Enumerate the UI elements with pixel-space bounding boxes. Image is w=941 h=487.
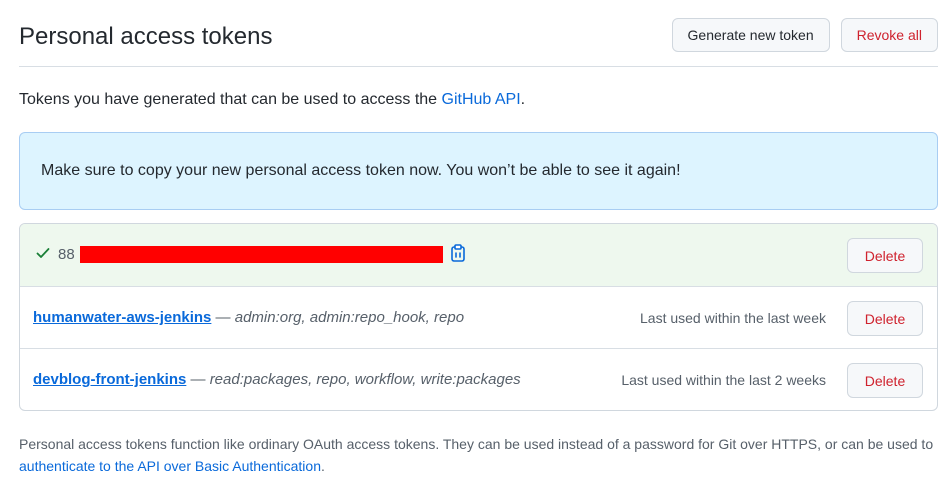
footer-note: Personal access tokens function like ord… — [19, 433, 938, 477]
token-info: humanwater-aws-jenkins — admin:org, admi… — [33, 308, 464, 328]
delete-new-token-button[interactable]: Delete — [847, 238, 923, 273]
token-name-link[interactable]: humanwater-aws-jenkins — [33, 309, 211, 326]
token-row: humanwater-aws-jenkins — admin:org, admi… — [20, 286, 937, 348]
token-scopes: admin:org, admin:repo_hook, repo — [234, 309, 465, 326]
delete-token-button[interactable]: Delete — [847, 301, 923, 336]
token-list: 88 Delete humanwater-aws-jenkins — admin… — [19, 223, 938, 411]
revoke-all-button[interactable]: Revoke all — [840, 18, 938, 52]
token-value: 88 — [58, 246, 75, 263]
header-actions: Generate new token Revoke all — [671, 18, 938, 52]
token-separator: — — [211, 309, 235, 326]
token-info: devblog-front-jenkins — read:packages, r… — [33, 370, 521, 390]
description-suffix: . — [520, 91, 526, 108]
tokens-description: Tokens you have generated that can be us… — [19, 90, 525, 110]
notice-text: Make sure to copy your new personal acce… — [41, 162, 681, 179]
page-title: Personal access tokens — [19, 23, 273, 50]
delete-token-button[interactable]: Delete — [847, 363, 923, 398]
copy-token-notice: Make sure to copy your new personal acce… — [19, 132, 938, 210]
page-header: Personal access tokens Generate new toke… — [19, 0, 938, 67]
token-row: devblog-front-jenkins — read:packages, r… — [20, 348, 937, 410]
footer-text: Personal access tokens function like ord… — [19, 436, 934, 452]
new-token-row: 88 Delete — [20, 224, 937, 286]
token-last-used: Last used within the last 2 weeks — [621, 372, 826, 388]
token-redaction — [80, 246, 443, 263]
token-separator: — — [186, 371, 210, 388]
generate-token-button[interactable]: Generate new token — [671, 18, 830, 52]
clipboard-icon[interactable] — [450, 244, 466, 262]
footer-suffix: . — [320, 458, 325, 474]
token-last-used: Last used within the last week — [640, 310, 826, 326]
basic-auth-link[interactable]: authenticate to the API over Basic Authe… — [19, 458, 321, 474]
github-api-link[interactable]: GitHub API — [442, 91, 521, 108]
page: Personal access tokens Generate new toke… — [19, 0, 938, 474]
token-scopes: read:packages, repo, workflow, write:pac… — [209, 371, 521, 388]
check-icon — [36, 248, 50, 258]
token-name-link[interactable]: devblog-front-jenkins — [33, 371, 186, 388]
description-text: Tokens you have generated that can be us… — [19, 91, 442, 108]
